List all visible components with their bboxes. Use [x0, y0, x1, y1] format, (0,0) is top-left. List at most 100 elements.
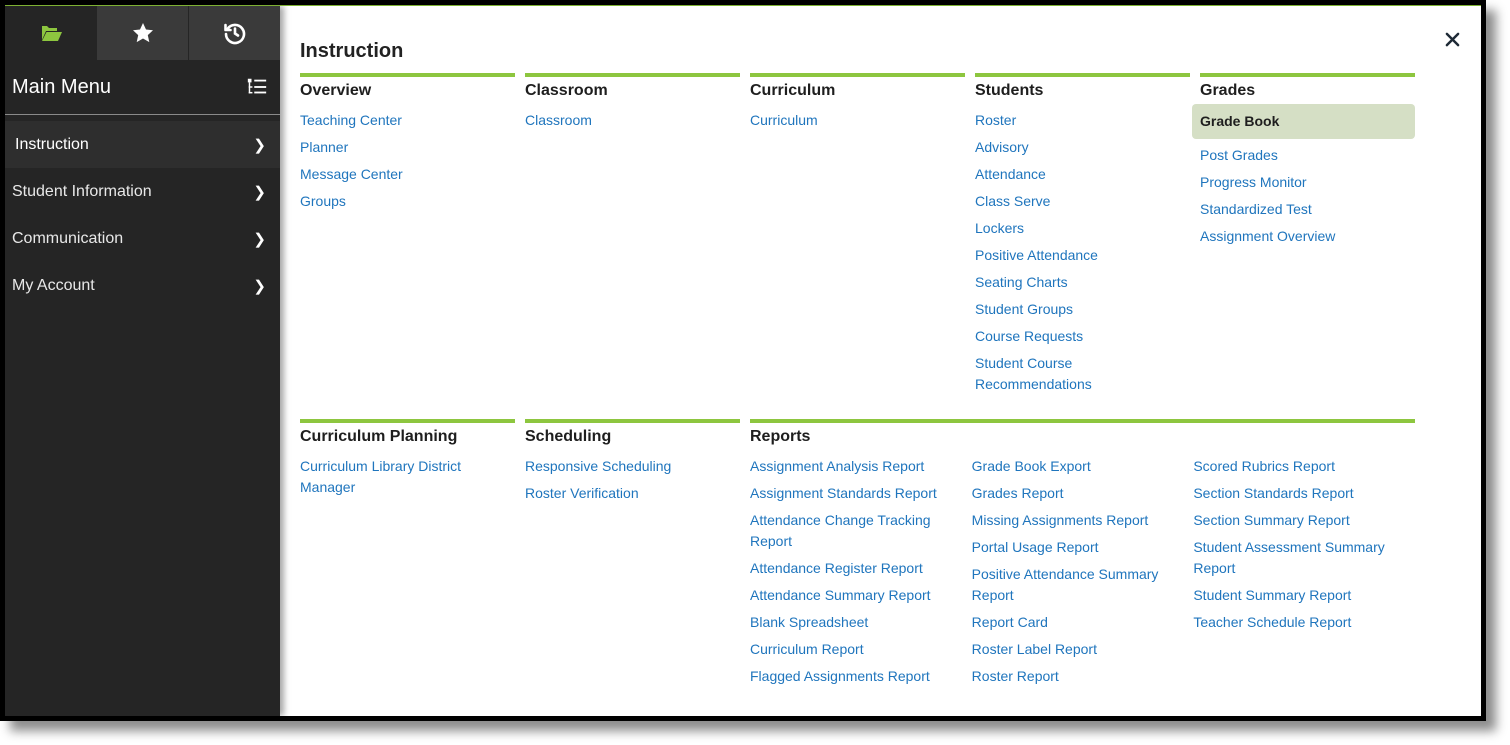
menu-link-advisory[interactable]: Advisory [975, 137, 1190, 158]
sidebar-item-instruction[interactable]: Instruction ❯ [5, 121, 280, 168]
section-curriculum-planning: Curriculum Planning Curriculum Library D… [300, 419, 515, 693]
menu-link-student-course-recommendations[interactable]: Student Course Recommendations [975, 353, 1190, 395]
section-grades: Grades Grade Book Post Grades Progress Mon… [1192, 73, 1415, 401]
sidebar-item-label: Communication [12, 229, 124, 247]
menu-link-assignment-standards-report[interactable]: Assignment Standards Report [750, 483, 950, 504]
menu-link-curriculum-library-district-manager[interactable]: Curriculum Library District Manager [300, 456, 515, 498]
report-column: Assignment Analysis Report Assignment Sta… [750, 456, 972, 693]
section-links: Curriculum Library District Manager [300, 456, 515, 504]
report-column: Grade Book Export Grades Report Missing As… [972, 456, 1194, 693]
history-icon [223, 23, 245, 45]
menu-link-teaching-center[interactable]: Teaching Center [300, 110, 515, 131]
section-curriculum: Curriculum Curriculum [750, 73, 965, 401]
menu-link-groups[interactable]: Groups [300, 191, 515, 212]
sidebar-item-label: Student Information [12, 182, 152, 200]
sidebar-item-my-account[interactable]: My Account ❯ [5, 262, 280, 309]
menu-link-roster-report[interactable]: Roster Report [972, 666, 1172, 687]
close-button[interactable] [1441, 28, 1463, 50]
menu-link-portal-usage-report[interactable]: Portal Usage Report [972, 537, 1172, 558]
sidebar: Main Menu Instruction ❯ Student Informat… [5, 6, 280, 716]
section-overview: Overview Teaching Center Planner Message C… [300, 73, 515, 401]
sidebar-item-label: My Account [12, 276, 95, 294]
menu-link-attendance[interactable]: Attendance [975, 164, 1190, 185]
app-window: Main Menu Instruction ❯ Student Informat… [5, 5, 1481, 716]
menu-link-roster-verification[interactable]: Roster Verification [525, 483, 740, 504]
menu-link-student-assessment-summary-report[interactable]: Student Assessment Summary Report [1193, 537, 1393, 579]
chevron-right-icon: ❯ [253, 230, 266, 248]
tab-favorites[interactable] [96, 6, 188, 60]
menu-link-positive-attendance[interactable]: Positive Attendance [975, 245, 1190, 266]
section-links: Grade Book Post Grades Progress Monitor Sta… [1192, 104, 1415, 253]
menu-link-lockers[interactable]: Lockers [975, 218, 1190, 239]
menu-header: Main Menu [5, 60, 280, 115]
menu-link-section-standards-report[interactable]: Section Standards Report [1193, 483, 1393, 504]
menu-link-post-grades[interactable]: Post Grades [1200, 145, 1415, 166]
chevron-right-icon: ❯ [253, 183, 266, 201]
menu-link-flagged-assignments-report[interactable]: Flagged Assignments Report [750, 666, 950, 687]
menu-link-roster-label-report[interactable]: Roster Label Report [972, 639, 1172, 660]
menu-link-responsive-scheduling[interactable]: Responsive Scheduling [525, 456, 740, 477]
chevron-right-icon: ❯ [253, 136, 266, 154]
menu-link-grade-book[interactable]: Grade Book [1192, 104, 1415, 139]
menu-link-curriculum-report[interactable]: Curriculum Report [750, 639, 950, 660]
menu-link-classroom[interactable]: Classroom [525, 110, 740, 131]
menu-link-roster[interactable]: Roster [975, 110, 1190, 131]
menu-link-class-serve[interactable]: Class Serve [975, 191, 1190, 212]
menu-row-2: Curriculum Planning Curriculum Library D… [300, 419, 1481, 693]
list-tree-icon [247, 78, 267, 94]
star-icon [132, 23, 153, 43]
chevron-right-icon: ❯ [253, 277, 266, 295]
menu-link-teacher-schedule-report[interactable]: Teacher Schedule Report [1193, 612, 1393, 633]
menu-panel: Instruction Overview Teaching Center Plan… [280, 6, 1481, 716]
menu-link-attendance-change-tracking-report[interactable]: Attendance Change Tracking Report [750, 510, 950, 552]
section-links: Curriculum [750, 110, 965, 137]
menu-link-seating-charts[interactable]: Seating Charts [975, 272, 1190, 293]
tab-menu[interactable] [5, 6, 96, 60]
menu-link-assignment-overview[interactable]: Assignment Overview [1200, 226, 1415, 247]
menu-link-curriculum[interactable]: Curriculum [750, 110, 965, 131]
section-students: Students Roster Advisory Attendance Class S… [975, 73, 1190, 401]
section-heading: Curriculum [750, 73, 965, 110]
folder-icon [40, 26, 62, 41]
sidebar-item-student-information[interactable]: Student Information ❯ [5, 168, 280, 215]
menu-link-assignment-analysis-report[interactable]: Assignment Analysis Report [750, 456, 950, 477]
section-links: Teaching Center Planner Message Center Grou… [300, 110, 515, 218]
sidebar-item-label: Instruction [15, 135, 89, 153]
menu-link-student-groups[interactable]: Student Groups [975, 299, 1190, 320]
section-heading: Curriculum Planning [300, 419, 515, 456]
menu-link-grade-book-export[interactable]: Grade Book Export [972, 456, 1172, 477]
menu-link-report-card[interactable]: Report Card [972, 612, 1172, 633]
menu-link-course-requests[interactable]: Course Requests [975, 326, 1190, 347]
menu-link-attendance-register-report[interactable]: Attendance Register Report [750, 558, 950, 579]
section-links: Classroom [525, 110, 740, 137]
section-links: Responsive Scheduling Roster Verification [525, 456, 740, 510]
menu-link-standardized-test[interactable]: Standardized Test [1200, 199, 1415, 220]
close-icon [1445, 32, 1459, 46]
menu-link-scored-rubrics-report[interactable]: Scored Rubrics Report [1193, 456, 1393, 477]
section-heading: Reports [750, 419, 1415, 456]
menu-link-section-summary-report[interactable]: Section Summary Report [1193, 510, 1393, 531]
menu-link-grades-report[interactable]: Grades Report [972, 483, 1172, 504]
menu-link-attendance-summary-report[interactable]: Attendance Summary Report [750, 585, 950, 606]
section-heading: Students [975, 73, 1190, 110]
tab-history[interactable] [188, 6, 280, 60]
report-column: Scored Rubrics Report Section Standards R… [1193, 456, 1415, 693]
page-title: Instruction [300, 40, 404, 62]
menu-link-planner[interactable]: Planner [300, 137, 515, 158]
menu-tree-toggle[interactable] [246, 75, 270, 99]
menu-link-missing-assignments-report[interactable]: Missing Assignments Report [972, 510, 1172, 531]
section-heading: Classroom [525, 73, 740, 110]
section-links: Roster Advisory Attendance Class Serve Locke… [975, 110, 1190, 401]
section-heading: Overview [300, 73, 515, 110]
report-columns: Assignment Analysis Report Assignment Sta… [750, 456, 1415, 693]
menu-link-student-summary-report[interactable]: Student Summary Report [1193, 585, 1393, 606]
sidebar-item-communication[interactable]: Communication ❯ [5, 215, 280, 262]
menu-title: Main Menu [12, 75, 111, 98]
menu-link-blank-spreadsheet[interactable]: Blank Spreadsheet [750, 612, 950, 633]
section-scheduling: Scheduling Responsive Scheduling Roster V… [525, 419, 740, 693]
section-reports: Reports Assignment Analysis Report Assign… [750, 419, 1415, 693]
menu-link-message-center[interactable]: Message Center [300, 164, 515, 185]
menu-link-progress-monitor[interactable]: Progress Monitor [1200, 172, 1415, 193]
section-classroom: Classroom Classroom [525, 73, 740, 401]
menu-link-positive-attendance-summary-report[interactable]: Positive Attendance Summary Report [972, 564, 1172, 606]
